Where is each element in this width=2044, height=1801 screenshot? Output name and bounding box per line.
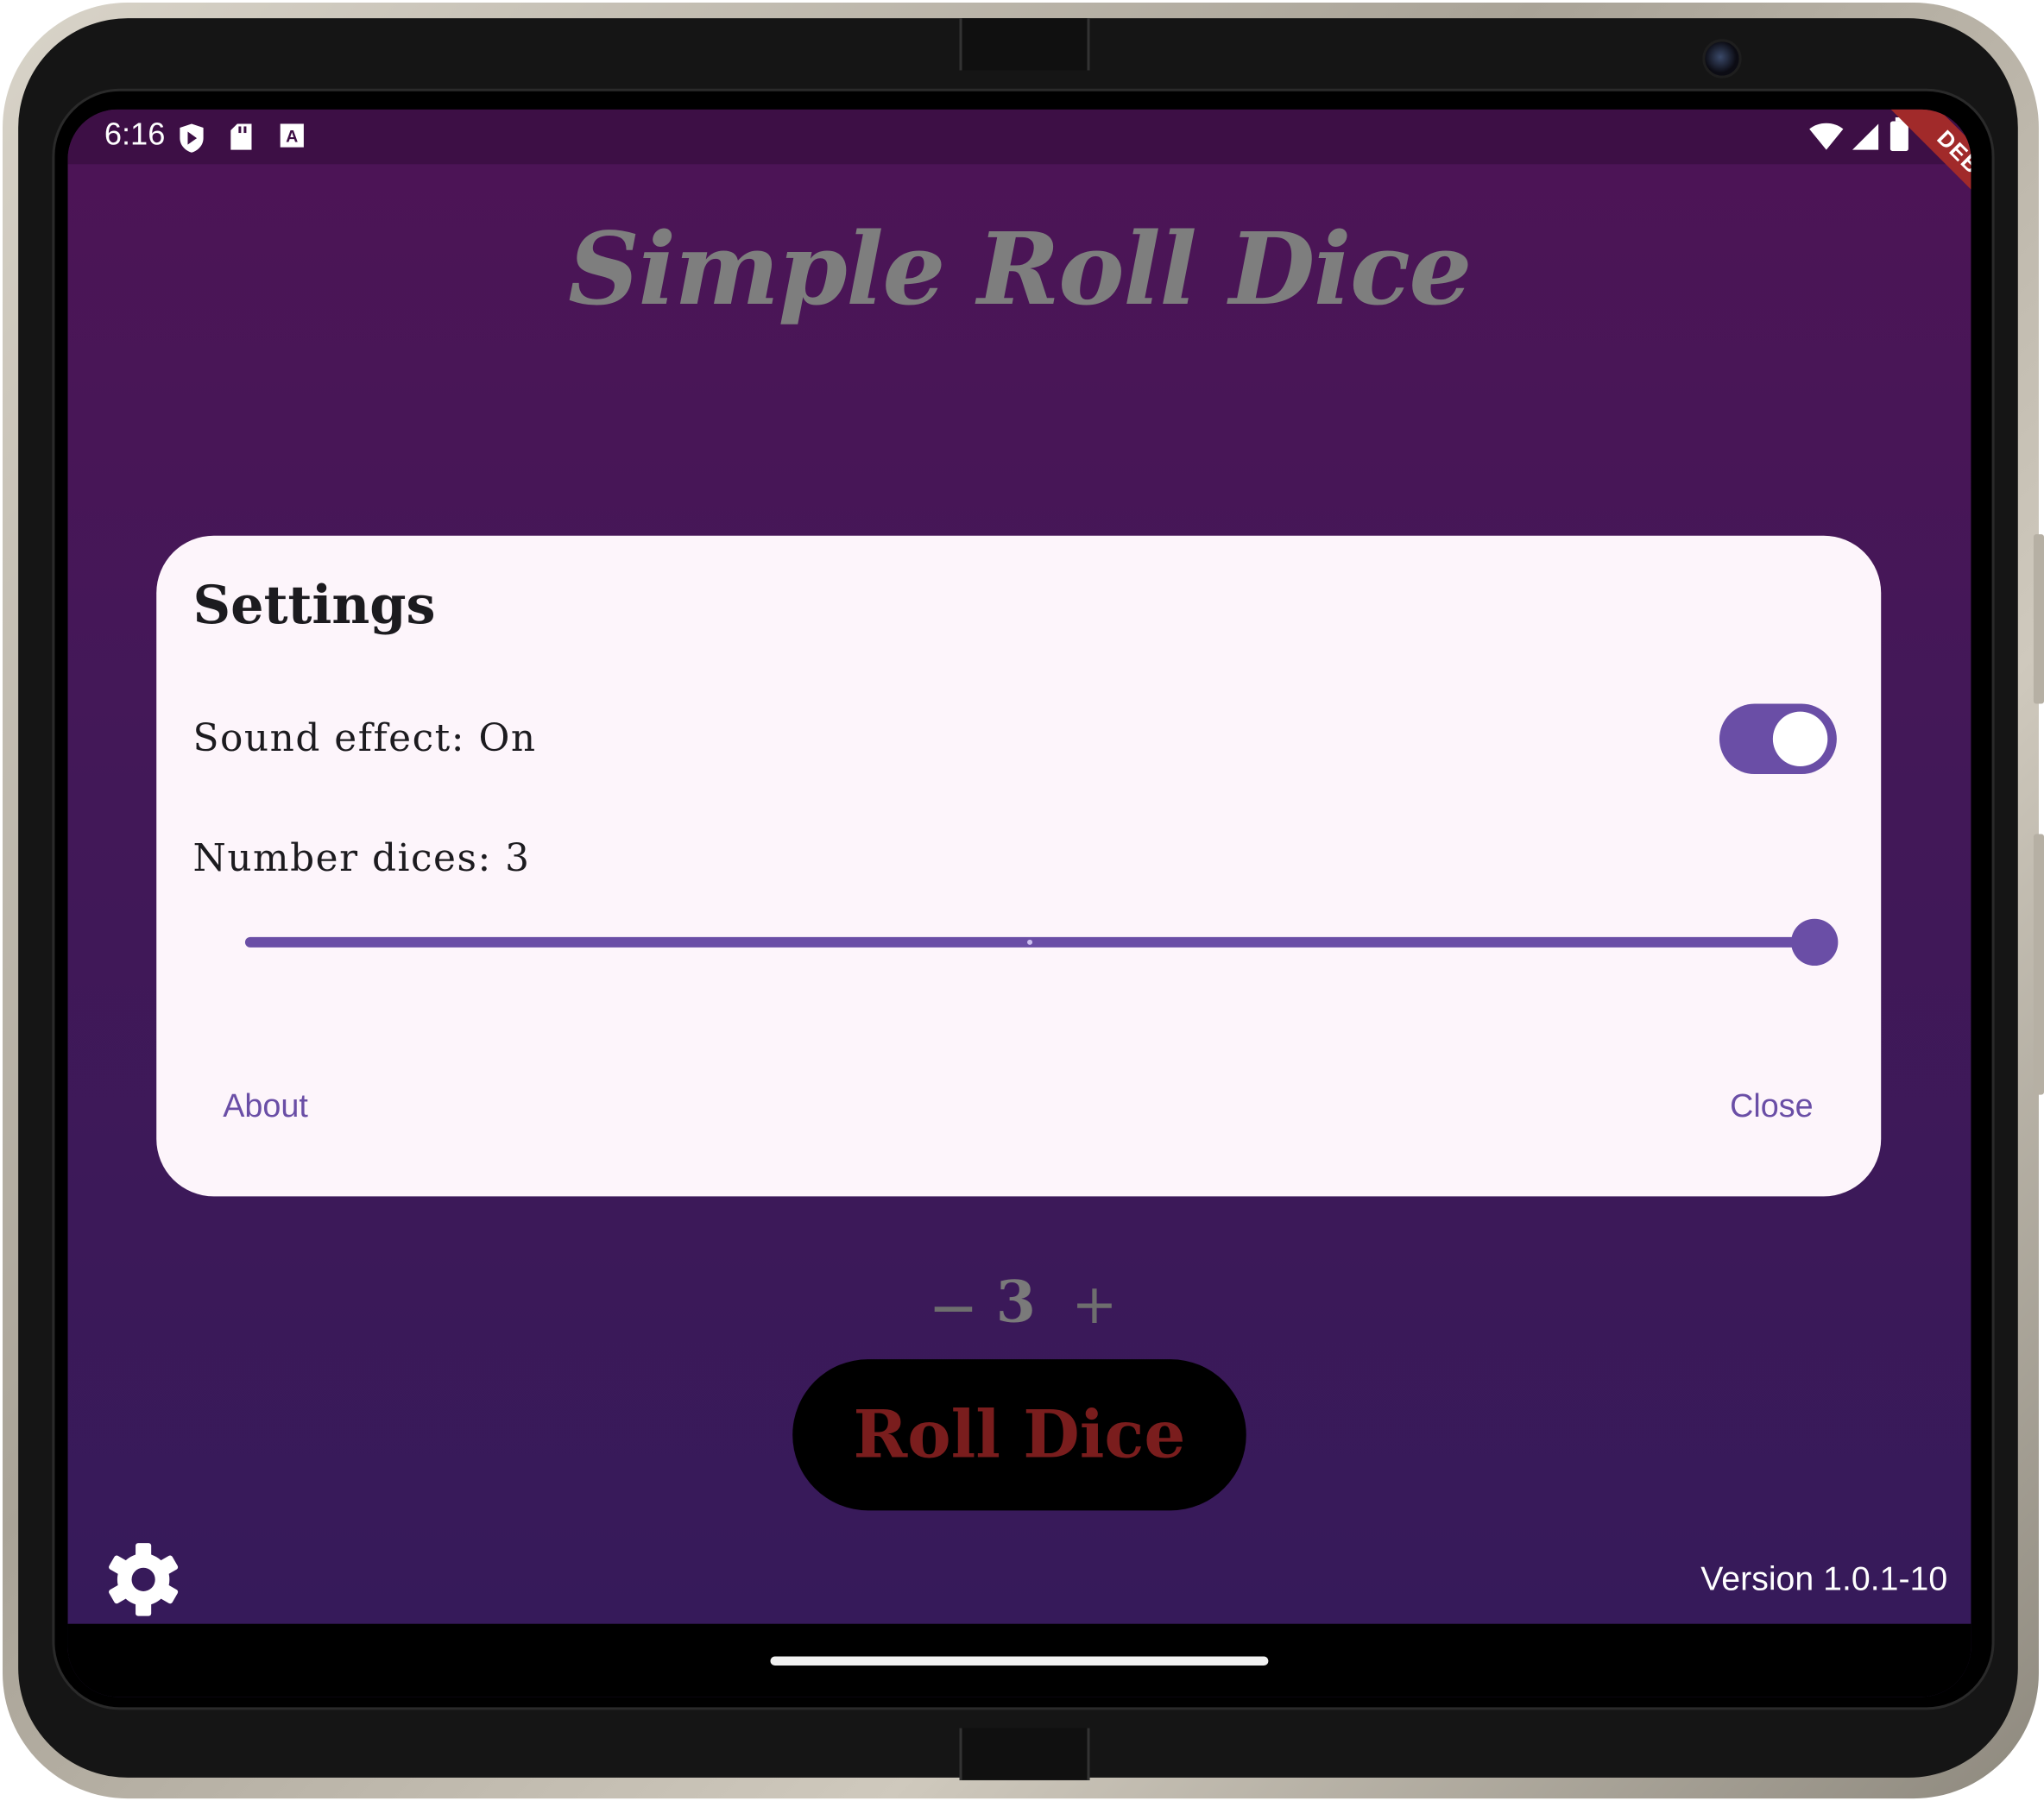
svg-text:A: A	[286, 128, 298, 147]
app-title: Simple Roll Dice	[568, 211, 1472, 328]
number-dices-slider[interactable]	[244, 916, 1839, 968]
roll-dice-button[interactable]: Roll Dice	[792, 1359, 1246, 1511]
signal-icon	[1851, 123, 1879, 158]
slider-thumb[interactable]	[1791, 918, 1839, 967]
number-dices-label: Number dices: 3	[192, 835, 531, 880]
wifi-icon	[1809, 123, 1844, 158]
navigation-bar	[67, 1623, 1971, 1697]
slider-tick-mark	[1027, 939, 1033, 945]
dice-count: 3	[995, 1269, 1037, 1336]
volume-button	[2033, 534, 2044, 704]
hinge-bottom	[959, 1728, 1090, 1780]
close-button[interactable]: Close	[1730, 1088, 1814, 1126]
increment-button[interactable]: +	[1071, 1272, 1117, 1336]
dialog-title: Settings	[192, 574, 436, 636]
play-protect-icon	[177, 123, 205, 161]
power-button	[2033, 834, 2044, 1095]
gesture-handle[interactable]	[770, 1656, 1269, 1666]
hinge-top	[959, 18, 1090, 71]
status-bar: 6:16 A	[67, 109, 1971, 165]
dice-stepper: − 3 +	[928, 1269, 1117, 1343]
sound-effect-label: Sound effect: On	[192, 715, 537, 760]
version-label: Version 1.0.1-10	[1700, 1559, 1948, 1598]
app-screen: 6:16 A DEBUG Simple Roll Dice Settings S…	[67, 109, 1971, 1697]
keyboard-a-icon: A	[279, 123, 305, 155]
device-stage: 6:16 A DEBUG Simple Roll Dice Settings S…	[0, 0, 2044, 1801]
switch-knob	[1772, 711, 1828, 766]
sound-effect-switch[interactable]	[1719, 703, 1837, 775]
settings-dialog: Settings Sound effect: On Number dices: …	[156, 535, 1882, 1197]
about-button[interactable]: About	[223, 1088, 308, 1126]
front-camera	[1702, 39, 1742, 79]
status-time: 6:16	[104, 116, 166, 153]
gear-icon[interactable]	[104, 1540, 183, 1619]
decrement-button[interactable]: −	[928, 1272, 978, 1343]
sd-card-icon	[230, 123, 253, 158]
